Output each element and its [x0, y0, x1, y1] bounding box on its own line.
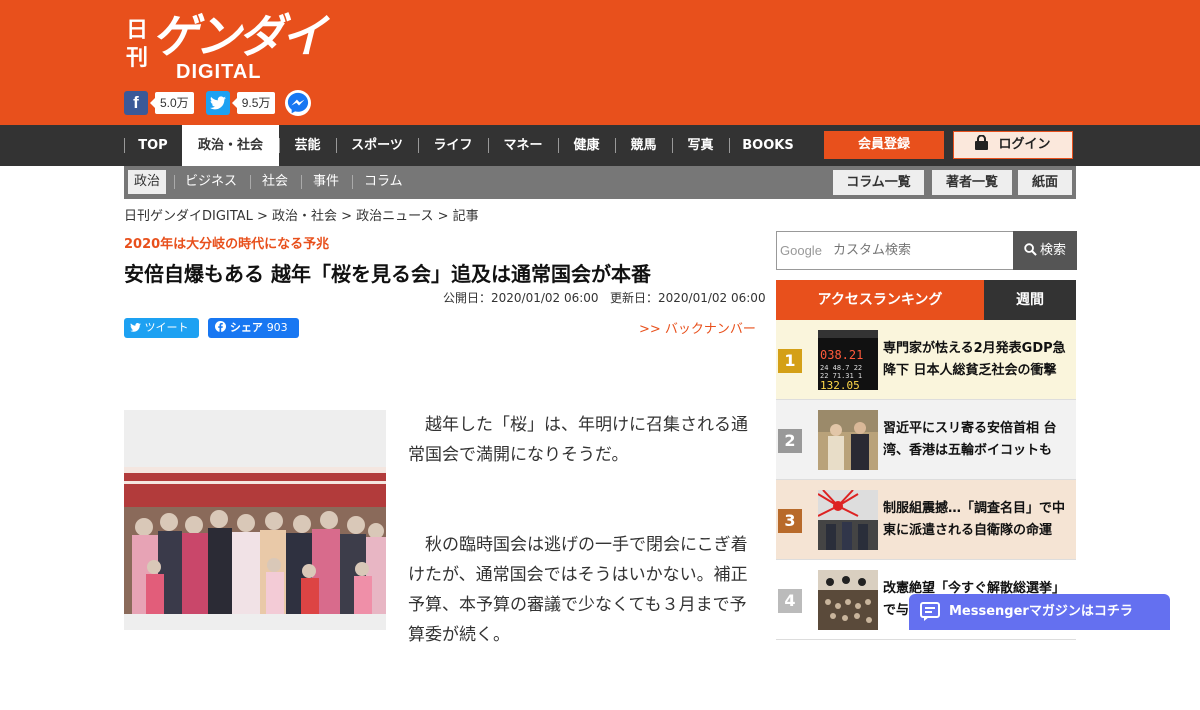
rank-number: 1	[778, 349, 802, 373]
ranking-thumbnail: 038.21 24 48.7 22 22 71.31 1 132.05	[818, 330, 878, 390]
article-photo-frame	[124, 410, 386, 630]
print-edition-button[interactable]: 紙面	[1018, 170, 1072, 195]
ranking-thumbnail	[818, 570, 878, 630]
article-dates: 公開日：2020/01/02 06:00 更新日：2020/01/02 06:0…	[443, 289, 766, 306]
sub-nav: 政治 ビジネス 社会 事件 コラム コラム一覧 著者一覧 紙面	[124, 166, 1076, 199]
breadcrumb[interactable]: 日刊ゲンダイDIGITAL > 政治・社会 > 政治ニュース > 記事	[124, 205, 479, 224]
messenger-bar-label: Messengerマガジンはコチラ	[949, 604, 1133, 619]
author-list-button[interactable]: 著者一覧	[932, 170, 1012, 195]
rank-number: 4	[778, 589, 802, 613]
rank-number: 3	[778, 509, 802, 533]
published-date: 公開日：2020/01/02 06:00	[443, 291, 599, 305]
article-paragraph: 越年した「桜」は、年明けに召集される通常国会で満開になりそうだ。	[408, 415, 748, 465]
ranking-item[interactable]: 3 制服組震撼…「調査名目」で中東に派遣される自衛隊の命運	[776, 480, 1076, 560]
share-count: 903	[266, 321, 288, 334]
login-button[interactable]: ログイン	[953, 131, 1073, 159]
article-kicker: 2020年は大分岐の時代になる予兆	[124, 237, 330, 252]
subnav-item-business[interactable]: ビジネス	[179, 170, 243, 194]
facebook-icon	[215, 321, 226, 332]
article-body: 越年した「桜」は、年明けに召集される通常国会で満開になりそうだ。 秋の臨時国会は…	[408, 410, 752, 710]
facebook-count: 5.0万	[150, 92, 194, 114]
article-paragraph: 秋の臨時国会は逃げの一手で閉会にこぎ着けたが、通常国会ではそうはいかない。補正予…	[408, 535, 748, 645]
article-title: 安倍自爆もある 越年「桜を見る会」追及は通常国会が本番	[124, 262, 651, 286]
nav-item-horse-racing[interactable]: 競馬	[615, 125, 672, 166]
twitter-count: 9.5万	[231, 92, 276, 114]
search-box: Google 検索	[776, 231, 1077, 270]
search-button[interactable]: 検索	[1013, 231, 1077, 270]
search-button-label: 検索	[1039, 243, 1066, 258]
nav-item-photos[interactable]: 写真	[672, 125, 729, 166]
main-nav: TOP 政治・社会 芸能 スポーツ ライフ マネー 健康 競馬 写真 BOOKS…	[0, 125, 1200, 166]
share-label: シェア	[229, 321, 263, 334]
svg-text:24 48.7 22: 24 48.7 22	[820, 364, 862, 372]
ranking-thumbnail	[818, 410, 878, 470]
backnumber-link[interactable]: >> バックナンバー	[639, 318, 756, 337]
ranking-list: 1 038.21 24 48.7 22 22 71.31 1 132.05 専門…	[776, 320, 1076, 640]
nav-item-top[interactable]: TOP	[124, 125, 182, 166]
subnav-item-politics[interactable]: 政治	[128, 170, 167, 194]
nav-item-money[interactable]: マネー	[488, 125, 558, 166]
ranking-item[interactable]: 1 038.21 24 48.7 22 22 71.31 1 132.05 専門…	[776, 320, 1076, 400]
ranking-item[interactable]: 2 習近平にスリ寄る安倍首相 台湾、香港は五輪ボイコットも	[776, 400, 1076, 480]
site-header: 日刊 ゲンダイ DIGITAL f 5.0万 9.5万	[0, 0, 1200, 125]
nav-item-sports[interactable]: スポーツ	[336, 125, 418, 166]
ranking-thumbnail	[818, 490, 878, 550]
subnav-item-society[interactable]: 社会	[256, 170, 294, 194]
svg-text:132.05: 132.05	[820, 379, 860, 390]
nav-item-life[interactable]: ライフ	[418, 125, 488, 166]
site-logo[interactable]: 日刊 ゲンダイ DIGITAL	[124, 10, 327, 86]
twitter-icon	[130, 323, 141, 332]
facebook-share-button[interactable]: シェア 903	[208, 318, 299, 338]
ranking-title: 専門家が怯える2月発表GDP急降下 日本人総貧乏社会の衝撃	[883, 341, 1066, 378]
nav-item-entertainment[interactable]: 芸能	[279, 125, 336, 166]
subnav-item-incidents[interactable]: 事件	[307, 170, 345, 194]
svg-text:038.21: 038.21	[820, 348, 863, 362]
column-list-button[interactable]: コラム一覧	[833, 170, 924, 195]
tweet-label: ツイート	[144, 321, 189, 334]
logo-kana: ゲンダイ	[152, 9, 327, 63]
social-counters: f 5.0万 9.5万	[124, 90, 312, 116]
subnav-item-column[interactable]: コラム	[358, 170, 409, 194]
article-photo[interactable]	[124, 467, 386, 614]
facebook-icon[interactable]: f	[124, 91, 148, 115]
logo-kanji: 日刊	[126, 17, 149, 71]
ranking-title: 習近平にスリ寄る安倍首相 台湾、香港は五輪ボイコットも	[883, 421, 1057, 458]
tab-access-ranking[interactable]: アクセスランキング	[776, 280, 984, 320]
updated-date: 更新日：2020/01/02 06:00	[610, 291, 766, 305]
ranking-tabs: アクセスランキング 週間	[776, 280, 1076, 320]
messenger-icon[interactable]	[285, 90, 312, 116]
search-input[interactable]	[777, 232, 1013, 269]
ranking-title: 制服組震撼…「調査名目」で中東に派遣される自衛隊の命運	[883, 501, 1066, 538]
logo-latin: DIGITAL	[176, 61, 262, 83]
twitter-icon[interactable]	[205, 91, 230, 115]
nav-item-politics[interactable]: 政治・社会	[182, 125, 279, 166]
nav-item-books[interactable]: BOOKS	[729, 125, 807, 166]
messenger-magazine-bar[interactable]: Messengerマガジンはコチラ	[909, 594, 1170, 630]
search-icon	[1024, 243, 1037, 256]
lock-icon	[975, 135, 989, 150]
tab-weekly[interactable]: 週間	[984, 280, 1076, 320]
register-button[interactable]: 会員登録	[824, 131, 944, 159]
login-label: ログイン	[998, 137, 1051, 152]
rank-number: 2	[778, 429, 802, 453]
nav-item-health[interactable]: 健康	[558, 125, 615, 166]
chat-icon	[920, 602, 940, 621]
tweet-button[interactable]: ツイート	[124, 318, 199, 338]
